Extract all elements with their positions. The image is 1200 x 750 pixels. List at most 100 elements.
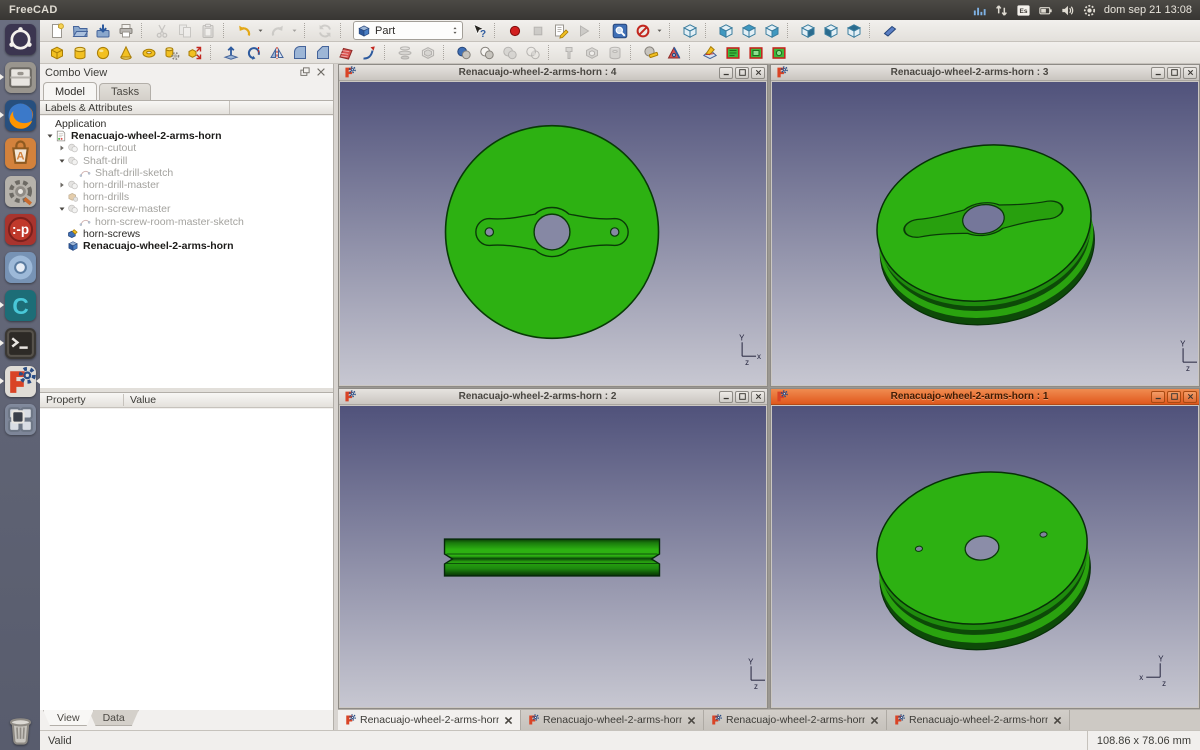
launcher-item-chat-app[interactable]: :-p — [0, 210, 40, 248]
redo-menu-icon[interactable] — [289, 21, 300, 41]
join-embed-button[interactable] — [580, 43, 603, 63]
refresh-button[interactable] — [313, 21, 336, 41]
launcher-item-freecad-app[interactable] — [0, 362, 40, 400]
join-connect-button[interactable] — [557, 43, 580, 63]
tree-collapsed-arrow-icon[interactable] — [56, 143, 67, 153]
ruled-surface-button[interactable] — [334, 43, 357, 63]
view-left-button[interactable] — [842, 21, 865, 41]
tab-tasks[interactable]: Tasks — [98, 83, 152, 100]
tree-expanded-arrow-icon[interactable] — [56, 156, 67, 166]
primitives-dialog-button[interactable] — [160, 43, 183, 63]
chamfer-button[interactable] — [311, 43, 334, 63]
tree-item-horn-drills[interactable]: horn-drills — [40, 191, 333, 203]
offset-button[interactable] — [416, 43, 439, 63]
launcher-item-terminal-app[interactable] — [0, 324, 40, 362]
maximize-button[interactable] — [1167, 66, 1181, 79]
panel-float-icon[interactable] — [299, 66, 312, 79]
close-button[interactable] — [1183, 66, 1197, 79]
view-isometric-button[interactable] — [678, 21, 701, 41]
minimize-button[interactable] — [1151, 390, 1165, 403]
maximize-button[interactable] — [735, 390, 749, 403]
shape-builder-button[interactable] — [183, 43, 206, 63]
tree-item-application[interactable]: Application — [40, 118, 333, 130]
launcher-item-workspaces-app[interactable] — [0, 400, 40, 438]
check-geometry-button[interactable] — [639, 43, 662, 63]
cross-sections-button[interactable] — [698, 43, 721, 63]
launcher-item-trash-app[interactable] — [0, 709, 40, 747]
undo-button[interactable] — [232, 21, 255, 41]
session-gear-icon[interactable] — [1082, 3, 1097, 18]
primitive-sphere-button[interactable] — [91, 43, 114, 63]
keyboard-layout-indicator[interactable]: Es — [1016, 3, 1031, 18]
maximize-button[interactable] — [1167, 390, 1181, 403]
combo-view-titlebar[interactable]: Combo View — [40, 64, 333, 81]
system-monitor-icon[interactable] — [972, 3, 987, 18]
launcher-item-chromium-app[interactable] — [0, 248, 40, 286]
tab-model[interactable]: Model — [43, 82, 97, 100]
paste-button[interactable] — [196, 21, 219, 41]
print-document-button[interactable] — [114, 21, 137, 41]
tree-item-renacuajo-wheel-2-arms-horn[interactable]: Renacuajo-wheel-2-arms-horn — [40, 240, 333, 252]
tree-collapsed-arrow-icon[interactable] — [56, 180, 67, 190]
clock[interactable]: dom sep 21 13:08 — [1104, 4, 1192, 16]
view-bottom-button[interactable] — [819, 21, 842, 41]
primitive-cone-button[interactable] — [114, 43, 137, 63]
network-arrows-icon[interactable] — [994, 3, 1009, 18]
tree-item-horn-cutout[interactable]: horn-cutout — [40, 142, 333, 154]
tab-close-icon[interactable] — [686, 715, 697, 726]
launcher-item-settings-app[interactable] — [0, 172, 40, 210]
open-document-button[interactable] — [68, 21, 91, 41]
minimize-button[interactable] — [1151, 66, 1165, 79]
viewport-3d-front[interactable]: Y x z — [340, 82, 766, 385]
bool-common-button[interactable] — [521, 43, 544, 63]
launcher-item-c-app[interactable]: C — [0, 286, 40, 324]
loft-button[interactable] — [393, 43, 416, 63]
simple-copy-button[interactable] — [744, 43, 767, 63]
tree-item-horn-screw-room-master-sketch[interactable]: horn-screw-room-master-sketch — [40, 216, 333, 228]
tab-close-icon[interactable] — [869, 715, 880, 726]
draw-style-menu-icon[interactable] — [654, 21, 665, 41]
macro-stop-button[interactable] — [526, 21, 549, 41]
macro-edit-button[interactable] — [549, 21, 572, 41]
window-titlebar-active[interactable]: Renacuajo-wheel-2-arms-horn : 1 — [771, 389, 1199, 405]
primitive-cylinder-button[interactable] — [68, 43, 91, 63]
minimize-button[interactable] — [719, 66, 733, 79]
boolean-button[interactable] — [452, 43, 475, 63]
launcher-item-files-app[interactable] — [0, 58, 40, 96]
close-button[interactable] — [751, 66, 765, 79]
panel-close-icon[interactable] — [315, 66, 328, 79]
copy-button[interactable] — [173, 21, 196, 41]
window-titlebar[interactable]: Renacuajo-wheel-2-arms-horn : 2 — [339, 389, 767, 405]
extrude-button[interactable] — [219, 43, 242, 63]
view-top-button[interactable] — [737, 21, 760, 41]
property-table-body[interactable] — [40, 409, 333, 710]
volume-icon[interactable] — [1060, 3, 1075, 18]
tree-item-renacuajo-wheel-2-arms-horn[interactable]: Renacuajo-wheel-2-arms-horn — [40, 130, 333, 142]
sweep-button[interactable] — [357, 43, 380, 63]
defeaturing-button[interactable] — [662, 43, 685, 63]
join-cutout-button[interactable] — [603, 43, 626, 63]
battery-icon[interactable] — [1038, 3, 1053, 18]
primitive-box-button[interactable] — [45, 43, 68, 63]
viewport-3d-isometric[interactable]: Y x z — [772, 82, 1198, 385]
refine-shape-button[interactable] — [721, 43, 744, 63]
tree-item-shaft-drill-sketch[interactable]: Shaft-drill-sketch — [40, 167, 333, 179]
undo-menu-icon[interactable] — [255, 21, 266, 41]
close-button[interactable] — [1183, 390, 1197, 403]
bool-cut-button[interactable] — [475, 43, 498, 63]
revolve-button[interactable] — [242, 43, 265, 63]
document-tab-1[interactable]: Renacuajo-wheel-2-arms-horn : 1 — [338, 710, 521, 730]
view-front-button[interactable] — [714, 21, 737, 41]
workbench-selector[interactable]: Part — [353, 21, 463, 40]
tab-close-icon[interactable] — [503, 715, 514, 726]
clipping-plane-button[interactable] — [878, 21, 901, 41]
tab-data[interactable]: Data — [89, 710, 139, 726]
minimize-button[interactable] — [719, 390, 733, 403]
fillet-button[interactable] — [288, 43, 311, 63]
tree-item-horn-drill-master[interactable]: horn-drill-master — [40, 179, 333, 191]
document-tab-3[interactable]: Renacuajo-wheel-2-arms-horn : 3 — [704, 710, 887, 730]
tree-expanded-arrow-icon[interactable] — [56, 204, 67, 214]
view-right-button[interactable] — [760, 21, 783, 41]
document-tab-4[interactable]: Renacuajo-wheel-2-arms-horn : 4 — [887, 710, 1070, 730]
window-titlebar[interactable]: Renacuajo-wheel-2-arms-horn : 3 — [771, 65, 1199, 81]
